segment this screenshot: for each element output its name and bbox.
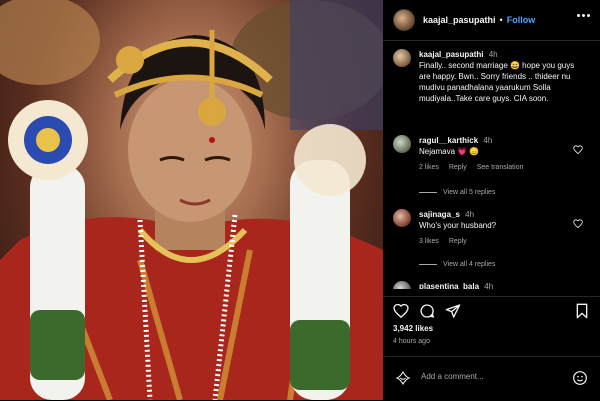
- comment-item: plasentina_bala 4h: [393, 281, 593, 289]
- caption-username[interactable]: kaajal_pasupathi: [419, 50, 483, 59]
- smiley-face-icon[interactable]: [572, 370, 588, 391]
- comment-item: ragul__karthick 4h Nejamava 💗 😞 2 likes …: [393, 135, 593, 173]
- author-avatar[interactable]: [393, 9, 415, 31]
- header-dot-separator: •: [499, 15, 503, 25]
- post-actions-bar: [383, 296, 600, 325]
- caption-avatar[interactable]: [393, 49, 411, 67]
- post-side-panel: kaajal_pasupathi • Follow kaajal_pasupat…: [383, 0, 600, 400]
- view-replies-text[interactable]: View all 5 replies: [443, 189, 495, 196]
- share-paper-plane-icon[interactable]: [445, 303, 461, 324]
- view-replies-text[interactable]: View all 4 replies: [443, 261, 495, 268]
- like-comment-heart-icon[interactable]: [573, 215, 583, 233]
- reply-button[interactable]: Reply: [449, 236, 467, 247]
- comment-likes[interactable]: 2 likes: [419, 162, 439, 173]
- comment-username[interactable]: sajinaga_s: [419, 210, 460, 219]
- caption-time: 4h: [488, 50, 498, 59]
- comment-avatar[interactable]: [393, 135, 411, 153]
- likes-count[interactable]: 3,942 likes: [393, 324, 433, 333]
- see-translation-button[interactable]: See translation: [477, 162, 524, 173]
- comment-text: Who's your husband?: [419, 221, 497, 230]
- follow-button[interactable]: Follow: [507, 15, 536, 25]
- view-replies-button[interactable]: View all 5 replies: [419, 189, 495, 196]
- emoji-picker-icon[interactable]: [395, 370, 411, 391]
- comment-likes[interactable]: 3 likes: [419, 236, 439, 247]
- more-options-icon[interactable]: [577, 14, 590, 17]
- reply-button[interactable]: Reply: [449, 162, 467, 173]
- add-comment-bar: [383, 356, 600, 401]
- wedding-photo-illustration: [0, 0, 383, 400]
- comment-username[interactable]: ragul__karthick: [419, 136, 478, 145]
- caption-text: Finally.. second marriage 😄 hope you guy…: [419, 61, 575, 103]
- comment-username[interactable]: plasentina_bala: [419, 282, 479, 289]
- comment-avatar[interactable]: [393, 209, 411, 227]
- comment-item: sajinaga_s 4h Who's your husband? 3 like…: [393, 209, 593, 247]
- caption-item: kaajal_pasupathi 4h Finally.. second mar…: [393, 49, 593, 104]
- author-username[interactable]: kaajal_pasupathi: [423, 15, 496, 25]
- instagram-post-window: kaajal_pasupathi • Follow kaajal_pasupat…: [0, 0, 600, 400]
- comment-bubble-icon[interactable]: [419, 303, 435, 324]
- like-comment-heart-icon[interactable]: [573, 141, 583, 159]
- view-replies-button[interactable]: View all 4 replies: [419, 261, 495, 268]
- comment-time: 4h: [483, 136, 493, 145]
- comments-list[interactable]: kaajal_pasupathi 4h Finally.. second mar…: [383, 41, 600, 289]
- comment-text: Nejamava 💗 😞: [419, 147, 480, 156]
- comment-avatar[interactable]: [393, 281, 411, 289]
- like-heart-icon[interactable]: [393, 303, 409, 323]
- save-bookmark-icon[interactable]: [575, 303, 589, 324]
- add-comment-input[interactable]: [419, 371, 573, 382]
- post-timestamp: 4 hours ago: [393, 338, 430, 345]
- post-photo[interactable]: [0, 0, 383, 400]
- post-header: kaajal_pasupathi • Follow: [383, 0, 600, 41]
- comment-time: 4h: [484, 282, 494, 289]
- comment-time: 4h: [465, 210, 475, 219]
